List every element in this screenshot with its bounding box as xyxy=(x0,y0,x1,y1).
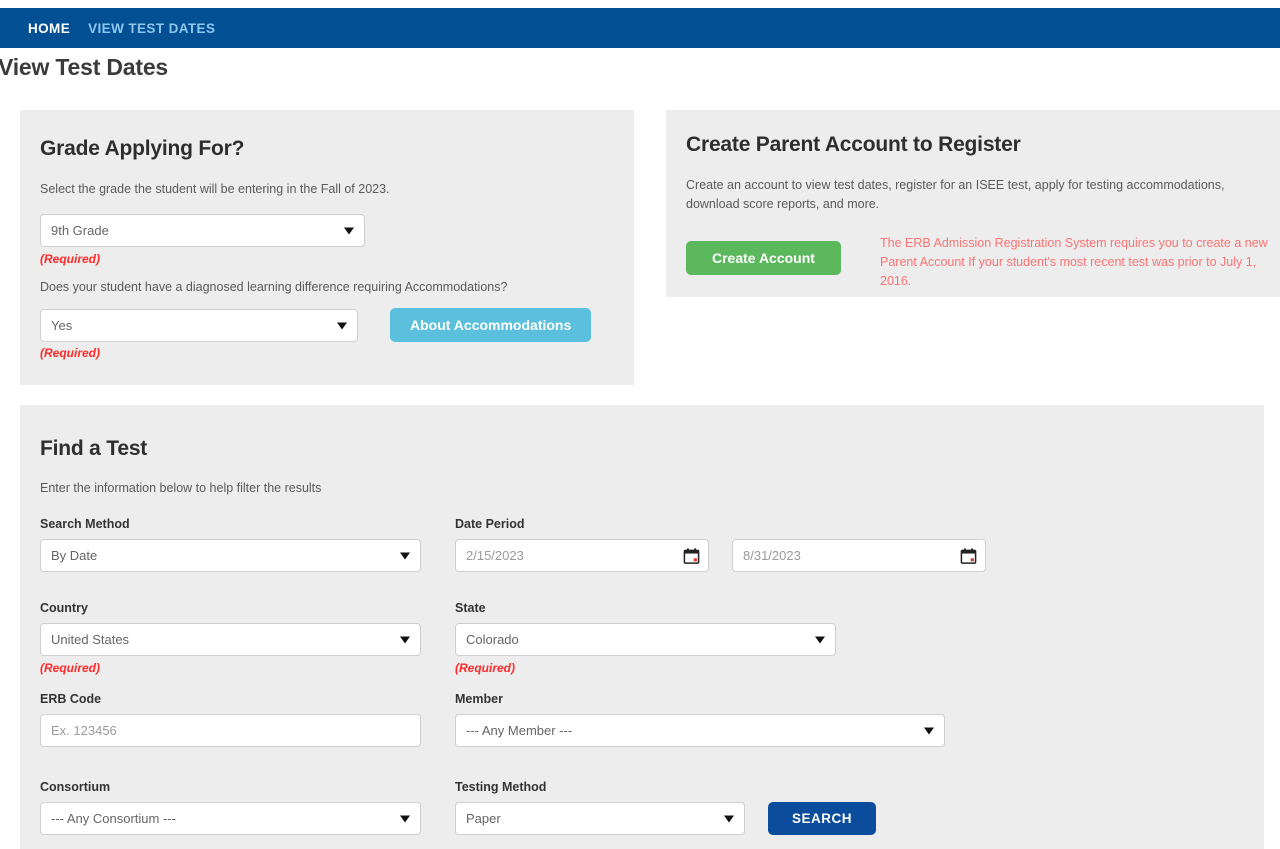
testing-method-select[interactable]: Paper xyxy=(455,802,745,835)
country-required-label: (Required) xyxy=(40,661,100,675)
search-method-value: By Date xyxy=(51,548,98,563)
top-navigation-bar: HOME VIEW TEST DATES xyxy=(0,8,1280,48)
search-button[interactable]: SEARCH xyxy=(768,802,877,835)
testing-method-value: Paper xyxy=(466,811,501,826)
find-a-test-title: Find a Test xyxy=(40,437,148,460)
find-a-test-card: Find a Test Enter the information below … xyxy=(20,405,1264,849)
country-value: United States xyxy=(51,632,130,647)
date-period-end-value: 8/31/2023 xyxy=(743,548,801,563)
date-period-start-value: 2/15/2023 xyxy=(466,548,524,563)
date-period-start-input[interactable]: 2/15/2023 xyxy=(455,539,709,572)
state-select[interactable]: Colorado xyxy=(455,623,836,656)
testing-method-label: Testing Method xyxy=(455,780,547,794)
about-accommodations-button[interactable]: About Accommodations xyxy=(390,308,592,342)
erb-code-placeholder: Ex. 123456 xyxy=(51,723,117,738)
grade-applying-for-card: Grade Applying For? Select the grade the… xyxy=(20,110,634,385)
accommodations-question: Does your student have a diagnosed learn… xyxy=(40,280,508,294)
grade-select[interactable]: 9th Grade xyxy=(40,214,365,247)
grade-select-value: 9th Grade xyxy=(51,223,109,238)
parent-card-title: Create Parent Account to Register xyxy=(686,133,1021,156)
create-account-button[interactable]: Create Account xyxy=(686,241,841,275)
chevron-down-icon xyxy=(400,636,410,643)
member-select[interactable]: --- Any Member --- xyxy=(455,714,945,747)
accommodations-select-value: Yes xyxy=(51,318,73,333)
state-required-label: (Required) xyxy=(455,661,515,675)
chevron-down-icon xyxy=(400,815,410,822)
consortium-value: --- Any Consortium --- xyxy=(51,811,176,826)
consortium-select[interactable]: --- Any Consortium --- xyxy=(40,802,421,835)
erb-code-label: ERB Code xyxy=(40,692,102,706)
calendar-icon[interactable] xyxy=(960,547,977,564)
grade-card-title: Grade Applying For? xyxy=(40,137,245,160)
country-select[interactable]: United States xyxy=(40,623,421,656)
calendar-icon[interactable] xyxy=(683,547,700,564)
state-value: Colorado xyxy=(466,632,519,647)
search-method-label: Search Method xyxy=(40,517,130,531)
member-label: Member xyxy=(455,692,503,706)
chevron-down-icon xyxy=(924,727,934,734)
page-title: View Test Dates xyxy=(0,54,169,80)
parent-card-description: Create an account to view test dates, re… xyxy=(686,178,1225,212)
date-period-label: Date Period xyxy=(455,517,525,531)
chevron-down-icon xyxy=(400,552,410,559)
parent-account-warning-text: The ERB Admission Registration System re… xyxy=(880,236,1268,288)
grade-required-label: (Required) xyxy=(40,252,100,266)
create-parent-account-card: Create Parent Account to Register Create… xyxy=(666,110,1280,297)
erb-code-input[interactable]: Ex. 123456 xyxy=(40,714,421,747)
search-method-select[interactable]: By Date xyxy=(40,539,421,572)
chevron-down-icon xyxy=(815,636,825,643)
nav-link-home[interactable]: HOME xyxy=(28,21,70,36)
accommodations-select[interactable]: Yes xyxy=(40,309,358,342)
find-a-test-description: Enter the information below to help filt… xyxy=(40,481,322,495)
date-period-end-input[interactable]: 8/31/2023 xyxy=(732,539,986,572)
chevron-down-icon xyxy=(337,322,347,329)
consortium-label: Consortium xyxy=(40,780,111,794)
chevron-down-icon xyxy=(344,227,354,234)
nav-link-view-test-dates[interactable]: VIEW TEST DATES xyxy=(88,21,215,36)
chevron-down-icon xyxy=(724,815,734,822)
member-value: --- Any Member --- xyxy=(466,723,573,738)
state-label: State xyxy=(455,601,486,615)
country-label: Country xyxy=(40,601,88,615)
accommodations-required-label: (Required) xyxy=(40,346,100,360)
grade-card-description: Select the grade the student will be ent… xyxy=(40,182,390,196)
